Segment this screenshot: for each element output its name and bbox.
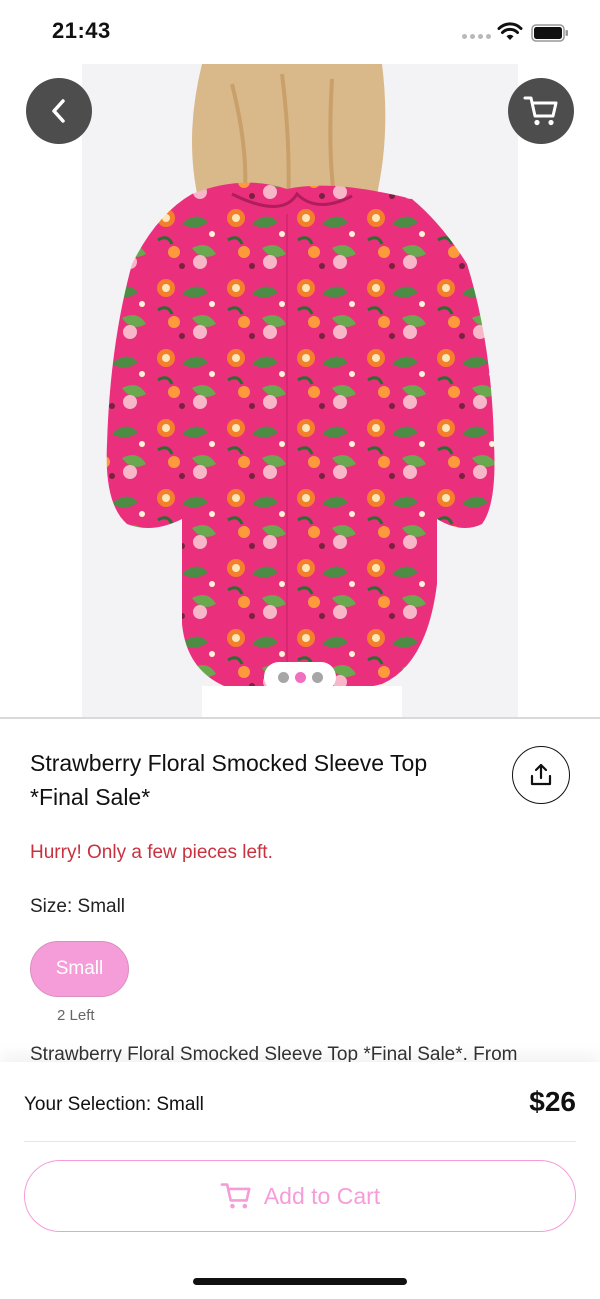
share-button[interactable] bbox=[512, 746, 570, 804]
bottom-panel: Your Selection: Small $26 Add to Cart bbox=[0, 1062, 600, 1299]
product-gallery[interactable] bbox=[0, 64, 600, 717]
product-title: Strawberry Floral Smocked Sleeve Top *Fi… bbox=[30, 750, 428, 810]
chevron-left-icon bbox=[52, 99, 65, 123]
pager-dot[interactable] bbox=[277, 671, 289, 683]
image-pager[interactable] bbox=[264, 662, 336, 692]
status-bar: 21:43 bbox=[0, 0, 600, 64]
divider bbox=[24, 1141, 576, 1142]
battery-icon bbox=[531, 24, 568, 42]
size-option-small[interactable]: Small bbox=[30, 941, 129, 997]
divider bbox=[0, 717, 600, 719]
home-indicator[interactable] bbox=[193, 1278, 407, 1285]
signal-dots-icon bbox=[462, 34, 491, 39]
pager-dot-active[interactable] bbox=[294, 671, 306, 683]
selection-label: Your Selection: Small bbox=[24, 1094, 204, 1115]
cart-button[interactable] bbox=[508, 78, 574, 144]
price: $26 bbox=[529, 1086, 576, 1117]
status-time: 21:43 bbox=[52, 18, 111, 43]
size-label: Size: Small bbox=[30, 896, 126, 917]
share-icon bbox=[530, 763, 552, 786]
product-photo bbox=[82, 64, 518, 717]
cart-icon bbox=[220, 1183, 251, 1209]
add-to-cart-button[interactable]: Add to Cart bbox=[24, 1160, 576, 1232]
wifi-icon bbox=[497, 22, 523, 40]
cart-icon bbox=[523, 96, 558, 126]
back-button[interactable] bbox=[26, 78, 92, 144]
add-to-cart-label: Add to Cart bbox=[263, 1182, 381, 1209]
pager-dot[interactable] bbox=[311, 671, 323, 683]
stock-warning: Hurry! Only a few pieces left. bbox=[30, 842, 273, 863]
stock-count: 2 Left bbox=[57, 1007, 95, 1024]
